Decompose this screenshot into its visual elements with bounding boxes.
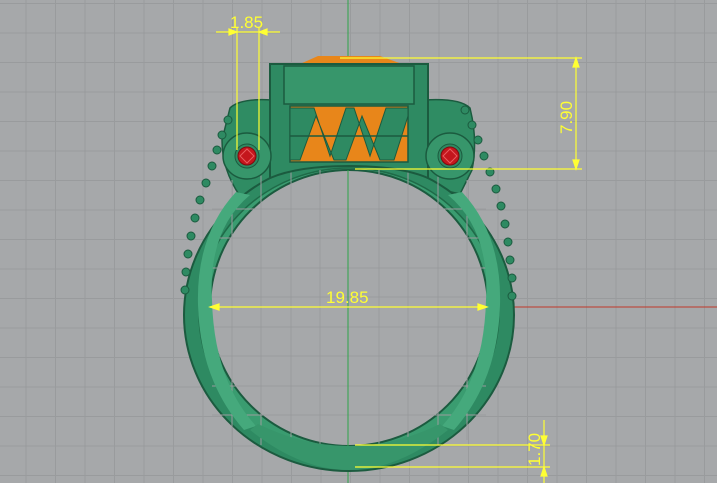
rhino-viewport[interactable]: 1.85 7.90 19.85 1.70 bbox=[0, 0, 717, 483]
dimension-shank-thickness-label: 1.70 bbox=[525, 433, 544, 466]
dimension-head-height-label: 7.90 bbox=[557, 101, 576, 134]
right-bezel bbox=[425, 132, 475, 180]
viewport-canvas[interactable]: 1.85 7.90 19.85 1.70 bbox=[0, 0, 717, 483]
head-top-plate bbox=[283, 65, 415, 105]
dimension-stone-width-label: 1.85 bbox=[230, 13, 263, 32]
ring-band-inner bbox=[209, 169, 489, 447]
dimension-inner-diameter-label: 19.85 bbox=[326, 288, 369, 307]
left-bezel bbox=[222, 132, 272, 180]
ring-model[interactable] bbox=[180, 56, 517, 472]
